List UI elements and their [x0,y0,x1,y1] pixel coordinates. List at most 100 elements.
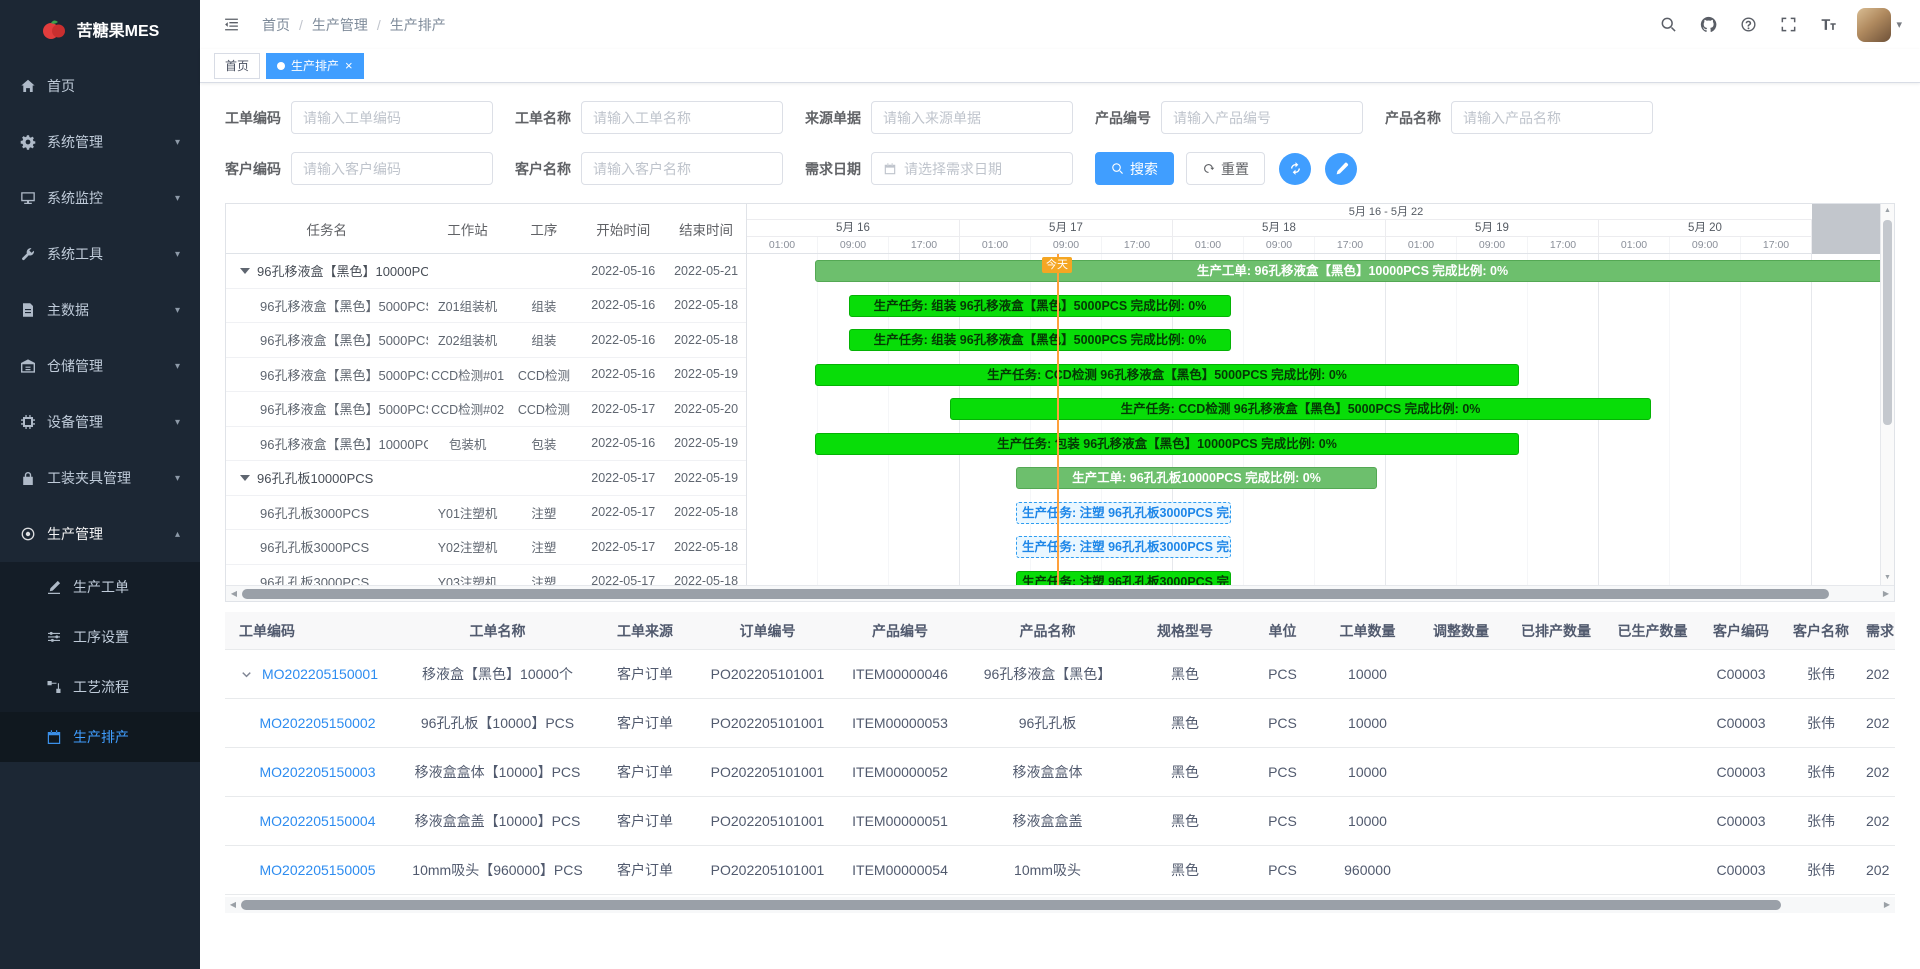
sidebar-subitem-work-order[interactable]: 生产工单 [0,562,200,612]
gantt-task-row[interactable]: 96孔孔板3000PCSY01注塑机注塑2022-05-172022-05-18 [226,496,746,531]
sidebar-item-warehouse[interactable]: 仓储管理▾ [0,338,200,394]
table-row[interactable]: MO202205150003移液盒盒体【10000】PCS客户订单PO20220… [225,748,1895,797]
table-hscroll-track[interactable] [241,897,1879,913]
table-row[interactable]: MO202205150001移液盒【黑色】10000个客户订单PO2022051… [225,650,1895,699]
gantt-bar[interactable]: 生产任务: CCD检测 96孔移液盒【黑色】5000PCS 完成比例: 0% [815,364,1519,386]
sidebar-item-system-tools[interactable]: 系统工具▾ [0,226,200,282]
gantt-bar[interactable]: 生产任务: 包装 96孔移液盒【黑色】10000PCS 完成比例: 0% [815,433,1519,455]
gantt-vertical-scrollbar[interactable]: ▲ ▼ [1880,204,1894,585]
product-code-input[interactable] [1173,110,1351,126]
table-cell: PO202205101001 [705,666,830,682]
customer-code-input[interactable] [303,161,481,177]
gantt-task-row[interactable]: 96孔孔板10000PCS2022-05-172022-05-19 [226,461,746,496]
gantt-bar[interactable]: 生产任务: 注塑 96孔孔板3000PCS 完成比例: 0% [1016,536,1231,558]
source-doc-input-box[interactable] [871,101,1073,134]
table-scroll-left-icon[interactable]: ◀ [225,897,241,913]
refresh-circle-button[interactable] [1279,153,1311,185]
task-name-text: 96孔移液盒【黑色】5000PCS [260,330,428,349]
table-hscroll-thumb[interactable] [241,900,1781,910]
edit-circle-button[interactable] [1325,153,1357,185]
collapse-arrow-icon[interactable] [240,475,250,481]
table-scroll-right-icon[interactable]: ▶ [1879,897,1895,913]
work-order-name-input-box[interactable] [581,101,783,134]
sidebar-subitem-process-setup[interactable]: 工序设置 [0,612,200,662]
user-menu[interactable]: ▾ [1857,8,1902,42]
sidebar-item-master-data[interactable]: 主数据▾ [0,282,200,338]
help-icon[interactable] [1731,8,1765,42]
gantt-vscroll-thumb[interactable] [1883,220,1892,425]
gantt-bar[interactable]: 生产任务: 组装 96孔移液盒【黑色】5000PCS 完成比例: 0% [849,329,1231,351]
work-order-name-input[interactable] [593,110,771,126]
scroll-right-icon[interactable]: ▶ [1878,586,1894,602]
product-name-input-box[interactable] [1451,101,1653,134]
customer-name-input-box[interactable] [581,152,783,185]
breadcrumb-item[interactable]: 生产排产 [390,15,446,35]
sidebar-item-fixture[interactable]: 工装夹具管理▾ [0,450,200,506]
table-horizontal-scrollbar[interactable]: ◀ ▶ [225,897,1895,913]
breadcrumb-item[interactable]: 首页 [262,15,290,35]
scroll-up-icon[interactable]: ▲ [1881,204,1894,218]
table-row[interactable]: MO20220515000510mm吸头【960000】PCS客户订单PO202… [225,846,1895,895]
gantt-task-row[interactable]: 96孔移液盒【黑色】10000PCS2022-05-162022-05-21 [226,254,746,289]
work-order-code-input-box[interactable] [291,101,493,134]
table-row[interactable]: MO202205150004移液盒盒盖【10000】PCS客户订单PO20220… [225,797,1895,846]
gantt-horizontal-scrollbar[interactable]: ◀ ▶ [226,585,1894,601]
gantt-hscroll-track[interactable] [242,586,1878,601]
search-button[interactable]: 搜索 [1095,152,1174,185]
work-order-code-input[interactable] [303,110,481,126]
reset-button[interactable]: 重置 [1186,152,1265,185]
sidebar-item-system-admin[interactable]: 系统管理▾ [0,114,200,170]
gantt-task-row[interactable]: 96孔移液盒【黑色】5000PCSZ02组装机组装2022-05-162022-… [226,323,746,358]
font-size-icon[interactable] [1811,8,1845,42]
collapse-arrow-icon[interactable] [240,268,250,274]
gantt-task-row[interactable]: 96孔孔板3000PCSY03注塑机注塑2022-05-172022-05-18 [226,565,746,586]
sidebar-item-system-monitor[interactable]: 系统监控▾ [0,170,200,226]
sidebar-subitem-process-flow[interactable]: 工艺流程 [0,662,200,712]
filter-field-customer-name: 客户名称 [515,152,783,185]
gantt-task-cell: 2022-05-16 [580,264,666,278]
gantt-bar[interactable]: 生产工单: 96孔孔板10000PCS 完成比例: 0% [1016,467,1377,489]
gantt-task-row[interactable]: 96孔移液盒【黑色】5000PCSCCD检测#02CCD检测2022-05-17… [226,392,746,427]
gantt-bar[interactable]: 生产任务: 注塑 96孔孔板3000PCS 完成比例: 0% [1016,571,1231,586]
gantt-bar[interactable]: 生产任务: CCD检测 96孔移液盒【黑色】5000PCS 完成比例: 0% [950,398,1651,420]
workorder-link[interactable]: MO202205150005 [260,862,376,878]
gantt-bar[interactable]: 生产任务: 注塑 96孔孔板3000PCS 完成比例: 0% [1016,502,1231,524]
workorder-link[interactable]: MO202205150002 [260,715,376,731]
customer-code-input-box[interactable] [291,152,493,185]
demand-date-input[interactable] [904,161,1061,177]
table-row[interactable]: MO20220515000296孔孔板【10000】PCS客户订单PO20220… [225,699,1895,748]
tab-scheduling[interactable]: 生产排产× [266,53,364,79]
scroll-left-icon[interactable]: ◀ [226,586,242,602]
expand-chevron-icon[interactable] [239,667,254,682]
workorder-link[interactable]: MO202205150001 [262,666,378,682]
sidebar-item-equipment[interactable]: 设备管理▾ [0,394,200,450]
gantt-bar[interactable]: 生产任务: 组装 96孔移液盒【黑色】5000PCS 完成比例: 0% [849,295,1231,317]
gantt-task-row[interactable]: 96孔移液盒【黑色】10000PCS包装机包装2022-05-162022-05… [226,427,746,462]
customer-name-input[interactable] [593,161,771,177]
sidebar-subitem-scheduling[interactable]: 生产排产 [0,712,200,762]
app-logo[interactable]: 苦糖果MES [0,0,200,58]
source-doc-input[interactable] [883,110,1061,126]
tab-close-icon[interactable]: × [345,59,353,72]
sidebar-item-production[interactable]: 生产管理▴ [0,506,200,562]
table-column-header: 已排产数量 [1507,621,1605,641]
product-name-input[interactable] [1463,110,1641,126]
breadcrumb-item[interactable]: 生产管理 [312,15,368,35]
github-icon[interactable] [1691,8,1725,42]
gantt-task-row[interactable]: 96孔移液盒【黑色】5000PCSZ01组装机组装2022-05-162022-… [226,289,746,324]
gantt-task-row[interactable]: 96孔移液盒【黑色】5000PCSCCD检测#01CCD检测2022-05-16… [226,358,746,393]
gantt-hscroll-thumb[interactable] [242,589,1829,599]
product-code-input-box[interactable] [1161,101,1363,134]
header-search-button[interactable] [1651,8,1685,42]
sidebar-toggle-button[interactable] [214,8,248,42]
scroll-down-icon[interactable]: ▼ [1881,571,1894,585]
gantt-bar[interactable]: 生产工单: 96孔移液盒【黑色】10000PCS 完成比例: 0% [815,260,1880,282]
fullscreen-icon[interactable] [1771,8,1805,42]
demand-date-input-box[interactable] [871,152,1073,185]
sidebar-item-home[interactable]: 首页 [0,58,200,114]
workorder-link[interactable]: MO202205150004 [260,813,376,829]
avatar[interactable] [1857,8,1891,42]
workorder-link[interactable]: MO202205150003 [260,764,376,780]
gantt-task-row[interactable]: 96孔孔板3000PCSY02注塑机注塑2022-05-172022-05-18 [226,530,746,565]
tab-home[interactable]: 首页 [214,53,260,79]
